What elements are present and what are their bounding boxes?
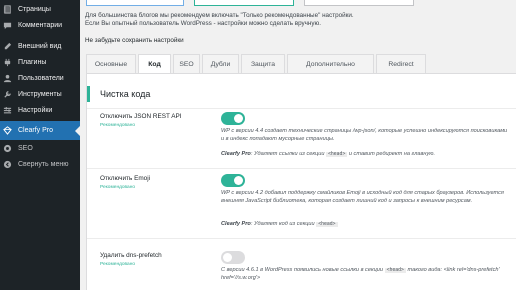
sidebar-item-label: Инструменты — [18, 91, 62, 98]
option-description: WP с версии 4.2 добавил поддержку смайли… — [221, 190, 504, 204]
tab-basic[interactable]: Основные — [86, 54, 136, 73]
clearfy-note: Clearfy Pro: Удаляет ссылки из секции <h… — [221, 151, 511, 157]
collapse-menu-icon — [3, 160, 12, 169]
option-label: Удалить dns-prefetch — [100, 252, 162, 259]
mode-card-basic[interactable] — [86, 0, 184, 6]
recommended-badge: Рекомендовано — [100, 123, 136, 128]
intro-line: Для большинства блогов мы рекомендуем вк… — [85, 12, 354, 19]
clearfy-text: : Удаляет ссылки из секции — [250, 151, 325, 157]
intro-line: Если Вы опытный пользователь WordPress -… — [85, 20, 322, 27]
sidebar-item-collapse-menu[interactable]: Свернуть меню — [0, 155, 80, 174]
intro-text: Для большинства блогов мы рекомендуем вк… — [85, 12, 505, 28]
option-label: Отключить Emoji — [100, 175, 151, 182]
option-label: Отключить JSON REST API — [100, 113, 182, 120]
option-description: WP с версии 4.4 создает технические стра… — [221, 128, 508, 142]
sidebar-item-label: Комментарии — [18, 22, 63, 29]
tab-duplicates[interactable]: Дубли — [202, 54, 239, 73]
clearfy-note: Clearfy Pro: Удаляет код из секции <head… — [221, 221, 511, 227]
comments-icon — [3, 21, 12, 30]
tab-additional[interactable]: Дополнительно — [287, 54, 374, 73]
option-description: С версии 4.6.1 в WordPress появились нов… — [221, 267, 511, 282]
sidebar-item-label: Плагины — [18, 59, 47, 66]
clearfy-text: : Удаляет код из секции — [250, 221, 315, 227]
code-tag: <head> — [316, 222, 338, 227]
recommended-badge: Рекомендовано — [100, 262, 136, 267]
admin-sidebar: Страницы Комментарии Внешний вид Плагины… — [0, 0, 80, 290]
clearfy-icon — [3, 126, 12, 135]
sidebar-item-label: Свернуть меню — [18, 161, 69, 168]
clearfy-label: Clearfy Pro — [221, 151, 251, 157]
settings-panel: Чистка кода Отключить JSON REST API Реко… — [86, 74, 516, 290]
mode-card-recommended[interactable] — [194, 0, 294, 6]
tab-redirect[interactable]: Redirect — [376, 54, 426, 73]
description-text: С версии 4.6.1 в WordPress появились нов… — [221, 267, 384, 273]
tab-protection[interactable]: Защита — [241, 54, 285, 73]
toggle-knob — [234, 176, 243, 185]
toggle-remove-dns-prefetch[interactable] — [221, 251, 245, 264]
seo-icon — [3, 144, 12, 153]
clearfy-label: Clearfy Pro — [221, 221, 251, 227]
tools-icon — [3, 90, 12, 99]
clearfy-text: и ставит редирект на главную. — [348, 151, 436, 157]
main-content: Для большинства блогов мы рекомендуем вк… — [80, 0, 516, 290]
sidebar-item-label: Страницы — [18, 6, 51, 13]
toggle-knob — [234, 114, 243, 123]
sidebar-item-label: SEO — [18, 145, 33, 152]
row-divider — [87, 238, 516, 239]
sidebar-item-label: Внешний вид — [18, 43, 62, 50]
section-title: Чистка кода — [87, 86, 150, 102]
mode-card-reset[interactable] — [304, 0, 414, 6]
pages-icon — [3, 5, 12, 14]
code-tag: <head> — [326, 152, 348, 157]
toggle-disable-emoji[interactable] — [221, 174, 245, 187]
sidebar-item-clearfy-pro[interactable]: Clearfy Pro — [0, 121, 80, 140]
recommended-badge: Рекомендовано — [100, 185, 136, 190]
settings-icon — [3, 106, 12, 115]
sidebar-item-settings[interactable]: Настройки — [0, 101, 80, 120]
row-divider — [87, 168, 516, 169]
save-reminder: Не забудьте сохранить настройки — [85, 37, 184, 44]
toggle-knob — [223, 253, 232, 262]
sidebar-item-label: Пользователи — [18, 75, 64, 82]
appearance-icon — [3, 42, 12, 51]
tab-code[interactable]: Код — [138, 54, 171, 74]
code-tag: <head> — [384, 268, 406, 273]
row-divider — [87, 108, 516, 109]
toggle-disable-rest-api[interactable] — [221, 112, 245, 125]
users-icon — [3, 74, 12, 83]
plugins-icon — [3, 58, 12, 67]
tab-seo[interactable]: SEO — [173, 54, 200, 73]
sidebar-item-label: Clearfy Pro — [18, 127, 54, 134]
sidebar-item-label: Настройки — [18, 107, 53, 114]
sidebar-item-comments[interactable]: Комментарии — [0, 16, 80, 35]
